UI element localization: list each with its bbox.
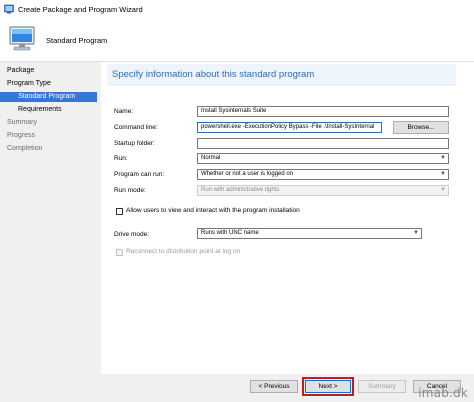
- reconnect-checkbox: [116, 249, 123, 256]
- startup-folder-label: Startup folder:: [114, 140, 155, 147]
- previous-button[interactable]: < Previous: [250, 380, 298, 393]
- startup-folder-field[interactable]: [197, 138, 449, 149]
- drive-mode-value: Runs with UNC name: [201, 230, 259, 236]
- command-line-field[interactable]: powershell.exe -ExecutionPolicy Bypass -…: [197, 122, 382, 133]
- wizard-steps: Package Program Type Standard Program Re…: [0, 62, 101, 374]
- allow-interact-checkbox[interactable]: [116, 208, 123, 215]
- content-heading: Specify information about this standard …: [112, 69, 315, 80]
- program-can-run-label: Program can run:: [114, 171, 165, 178]
- nav-item-standard-program[interactable]: Standard Program: [18, 93, 75, 100]
- summary-button: Summary: [358, 380, 406, 393]
- drive-mode-select[interactable]: Runs with UNC name ▼: [197, 228, 422, 239]
- name-field[interactable]: Install Sysinternals Suite: [197, 106, 449, 117]
- page-title: Standard Program: [46, 36, 108, 45]
- app-icon: [4, 4, 14, 14]
- program-can-run-value: Whether or not a user is logged on: [201, 171, 294, 177]
- next-button[interactable]: Next >: [305, 380, 351, 393]
- run-select[interactable]: Normal ▼: [197, 153, 449, 164]
- program-can-run-select[interactable]: Whether or not a user is logged on ▼: [197, 169, 449, 180]
- run-select-value: Normal: [201, 155, 221, 161]
- run-mode-label: Run mode:: [114, 187, 146, 194]
- nav-item-progress: Progress: [7, 132, 36, 139]
- run-label: Run:: [114, 155, 128, 162]
- nav-item-requirements[interactable]: Requirements: [18, 106, 62, 113]
- command-line-label: Command line:: [114, 124, 158, 131]
- computer-icon: [9, 26, 35, 51]
- browse-button[interactable]: Browse...: [393, 121, 449, 134]
- chevron-down-icon: ▼: [440, 187, 446, 193]
- name-label: Name:: [114, 108, 134, 115]
- allow-interact-label[interactable]: Allow users to view and interact with th…: [126, 207, 300, 214]
- run-mode-select: Run with administrative rights ▼: [197, 185, 449, 196]
- nav-item-summary: Summary: [7, 119, 37, 126]
- chevron-down-icon[interactable]: ▼: [440, 170, 446, 179]
- reconnect-label: Reconnect to distribution point at log o…: [126, 248, 241, 255]
- chevron-down-icon[interactable]: ▼: [440, 154, 446, 163]
- title-bar: Create Package and Program Wizard: [0, 0, 474, 20]
- wizard-header: Standard Program: [0, 19, 474, 62]
- run-mode-value: Run with administrative rights: [201, 187, 280, 193]
- window-title: Create Package and Program Wizard: [18, 5, 143, 14]
- watermark: imab.dk: [418, 386, 468, 400]
- drive-mode-label: Drive mode:: [114, 231, 150, 238]
- chevron-down-icon[interactable]: ▼: [413, 229, 419, 238]
- nav-item-completion: Completion: [7, 145, 43, 152]
- nav-item-program-type[interactable]: Program Type: [7, 80, 51, 87]
- nav-item-package[interactable]: Package: [7, 67, 34, 74]
